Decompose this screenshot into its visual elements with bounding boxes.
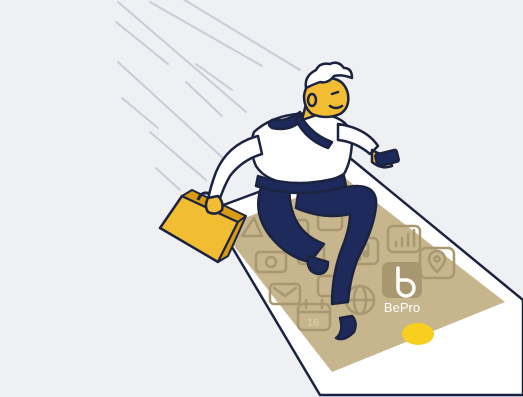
illustration: 16 BePro [115,0,523,397]
illustration-scene: 16 BePro [0,0,523,397]
bepro-app-icon [382,262,422,298]
home-button [402,323,434,345]
calendar-day-label: 16 [307,317,319,329]
bepro-brand-label: BePro [384,300,420,315]
